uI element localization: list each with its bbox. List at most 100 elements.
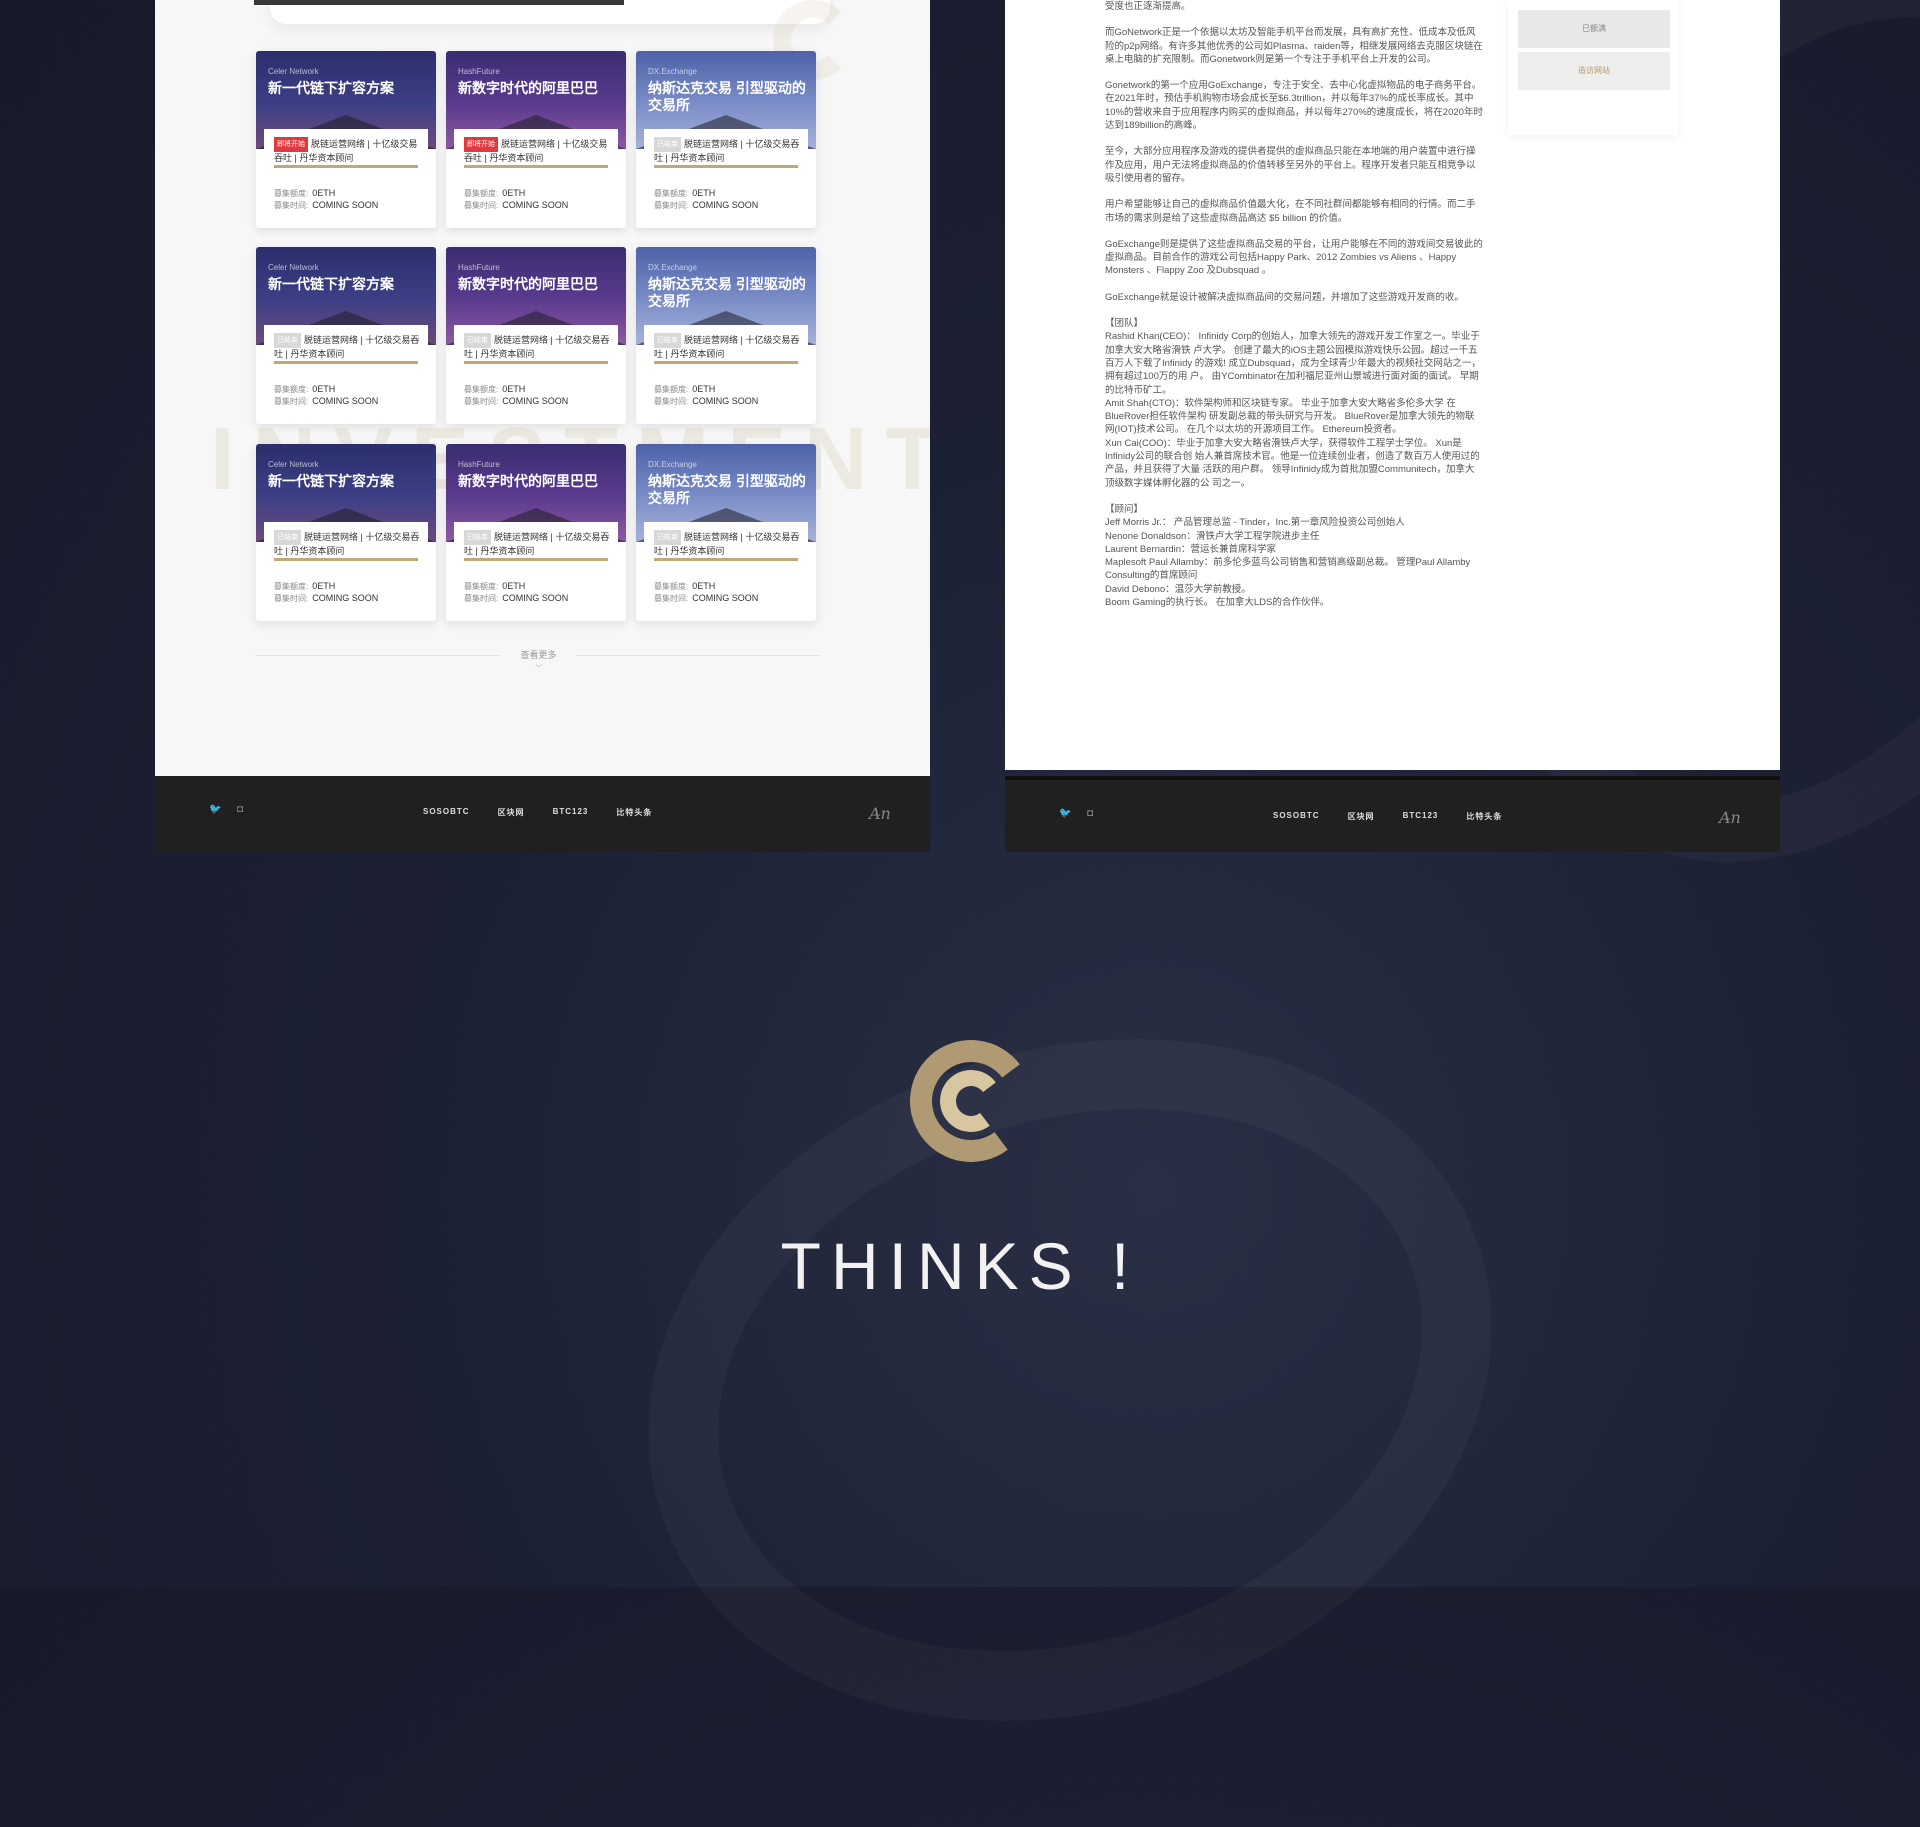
raise-label: 募集额度: [464,582,499,591]
raise-time: 募集时间: COMING SOON [654,200,758,211]
project-card[interactable]: HashFuture 新数字时代的阿里巴巴 即将开始 脱链运营网络 | 十亿级交易吞吐… [446,51,626,228]
card-description: 已结束 脱链运营网络 | 十亿级交易吞吐 | 丹华资本顾问 [654,137,804,165]
footer-nav-link[interactable]: BTC123 [553,807,589,818]
card-body: 已结束 脱链运营网络 | 十亿级交易吞吐 | 丹华资本顾问 募集额度: 0ETH 募集时… [264,522,428,612]
progress-fill [274,361,418,364]
status-badge: 即将开始 [274,137,308,152]
raise-amount: 募集额度: 0ETH [464,188,525,199]
footer-nav-link[interactable]: 比特头条 [1466,811,1502,822]
time-value: COMING SOON [502,593,569,603]
project-card[interactable]: DX.Exchange 纳斯达克交易 引型驱动的交易所 已结束 脱链运营网络 | 十亿… [636,444,816,621]
full-raised-button[interactable]: 已额满 [1518,10,1670,48]
card-source: Celer Network [268,67,319,76]
footer-nav-link[interactable]: 比特头条 [616,807,652,818]
footer-nav-link[interactable]: SOSOBTC [1273,811,1320,822]
raise-label: 募集额度: [654,582,689,591]
card-body: 已结束 脱链运营网络 | 十亿级交易吞吐 | 丹华资本顾问 募集额度: 0ETH 募集时… [454,522,618,612]
card-title: 新一代链下扩容方案 [268,473,394,489]
raise-value: 0ETH [502,188,526,198]
investment-list-page: INVESTMENT Celer Network新一代链下扩容方案即将开始脱链运… [155,0,930,776]
card-description: 已结束 脱链运营网络 | 十亿级交易吞吐 | 丹华资本顾问 [274,333,424,361]
progress-bar [654,165,798,168]
card-body: 已结束 脱链运营网络 | 十亿级交易吞吐 | 丹华资本顾问 募集额度: 0ETH 募集时… [454,325,618,415]
project-card[interactable]: DX.Exchange 纳斯达克交易 引型驱动的交易所 已结束 脱链运营网络 | 十亿… [636,51,816,228]
raise-label: 募集额度: [464,189,499,198]
raise-value: 0ETH [692,188,716,198]
article-paragraph: 而GoNetwork正是一个依据以太坊及智能手机平台而发展，具有高扩充性、低成本… [1105,27,1483,65]
project-card[interactable]: Celer Network 新一代链下扩容方案 已结束 脱链运营网络 | 十亿级交易吞… [256,247,436,424]
card-source: Celer Network [268,263,319,272]
progress-bar [464,558,608,561]
time-value: COMING SOON [692,593,759,603]
progress-fill [654,165,798,168]
raise-amount: 募集额度: 0ETH [274,384,335,395]
view-more-link[interactable]: 查看更多 [501,648,576,661]
progress-fill [274,165,418,168]
article-paragraph: 至今，大部分应用程序及游戏的提供者提供的虚拟商品只能在本地端的用户装置中进行操作… [1105,146,1476,184]
time-label: 募集时间: [654,594,689,603]
project-sidebar: 已额满 造访网站 [1508,0,1678,135]
status-badge: 已结束 [464,333,491,348]
top-image-strip [254,0,624,5]
card-body: 已结束 脱链运营网络 | 十亿级交易吞吐 | 丹华资本顾问 募集额度: 0ETH 募集时… [644,522,808,612]
brand-logo-icon [902,1032,1040,1180]
twitter-icon[interactable]: 🐦 [1059,808,1071,819]
card-body: 已结束 脱链运营网络 | 十亿级交易吞吐 | 丹华资本顾问 募集额度: 0ETH 募集时… [264,325,428,415]
progress-bar [654,558,798,561]
project-card[interactable]: DX.Exchange 纳斯达克交易 引型驱动的交易所 已结束 脱链运营网络 | 十亿… [636,247,816,424]
project-card[interactable]: HashFuture 新数字时代的阿里巴巴 已结束 脱链运营网络 | 十亿级交易吞吐 … [446,444,626,621]
background-swoosh [559,933,1581,1826]
advisors-section-member: Laurent Bernardin：营运长兼首席科学家 [1105,543,1277,555]
raise-value: 0ETH [312,188,336,198]
time-label: 募集时间: [274,594,309,603]
card-body: 已结束 脱链运营网络 | 十亿级交易吞吐 | 丹华资本顾问 募集额度: 0ETH 募集时… [644,129,808,219]
raise-time: 募集时间: COMING SOON [464,593,568,604]
advisors-section-member: Boom Gaming的执行长。 在加拿大LDS的合作伙伴。 [1105,596,1330,608]
advisors-section-member: David Debono：温莎大学前教授。 [1105,583,1251,595]
visit-website-button[interactable]: 造访网站 [1518,52,1670,90]
footer-nav-link[interactable]: 区块网 [1348,811,1375,822]
raise-value: 0ETH [502,581,526,591]
project-card[interactable]: Celer Network 新一代链下扩容方案 已结束 脱链运营网络 | 十亿级交易吞… [256,444,436,621]
instagram-icon[interactable]: ◘ [1087,808,1093,819]
status-badge: 已结束 [654,333,681,348]
card-source: DX.Exchange [648,460,697,469]
footer-nav-link[interactable]: SOSOBTC [423,807,470,818]
progress-bar [274,558,418,561]
card-source: HashFuture [458,67,500,76]
time-label: 募集时间: [654,201,689,210]
project-card[interactable]: HashFuture 新数字时代的阿里巴巴 已结束 脱链运营网络 | 十亿级交易吞吐 … [446,247,626,424]
footer-nav: SOSOBTC 区块网 BTC123 比特头条 [1273,811,1502,822]
site-footer: 🐦 ◘ SOSOBTC 区块网 BTC123 比特头条 A̵n [1005,776,1780,852]
time-label: 募集时间: [464,201,499,210]
raise-time: 募集时间: COMING SOON [654,396,758,407]
advisors-section-member: Nenone Donaldson：滑铁卢大学工程学院进步主任 [1105,530,1320,542]
raise-amount: 募集额度: 0ETH [274,188,335,199]
status-badge: 已结束 [274,333,301,348]
progress-bar [464,165,608,168]
card-description: 即将开始 脱链运营网络 | 十亿级交易吞吐 | 丹华资本顾问 [274,137,424,165]
time-label: 募集时间: [274,201,309,210]
card-source: HashFuture [458,263,500,272]
footer-nav-link[interactable]: BTC123 [1403,811,1439,822]
time-value: COMING SOON [312,593,379,603]
progress-fill [274,558,418,561]
team-section: 【团队】 Rashid Khan(CEO)： Infinidy Corp的创始人… [1105,317,1483,490]
signature-logo: A̵n [1719,808,1741,827]
advisors-section-heading: 【顾问】 [1105,503,1144,515]
instagram-icon[interactable]: ◘ [237,804,243,815]
progress-fill [464,558,608,561]
footer-nav-link[interactable]: 区块网 [498,807,525,818]
raise-time: 募集时间: COMING SOON [274,593,378,604]
time-value: COMING SOON [502,200,569,210]
chevron-down-icon[interactable]: ﹀ [535,663,543,674]
card-source: DX.Exchange [648,67,697,76]
team-section-member: Amit Shah(CTO)：软件架构师和区块链专家。 毕业于加拿大安大略省多伦… [1105,397,1475,436]
progress-fill [464,361,608,364]
twitter-icon[interactable]: 🐦 [209,804,221,815]
raise-value: 0ETH [692,581,716,591]
status-badge: 已结束 [654,530,681,545]
card-title: 新数字时代的阿里巴巴 [458,80,598,96]
project-card[interactable]: Celer Network 新一代链下扩容方案即将开始 脱链运营网络 | 十亿级交易… [256,51,436,228]
card-title: 新一代链下扩容方案 [268,80,394,96]
